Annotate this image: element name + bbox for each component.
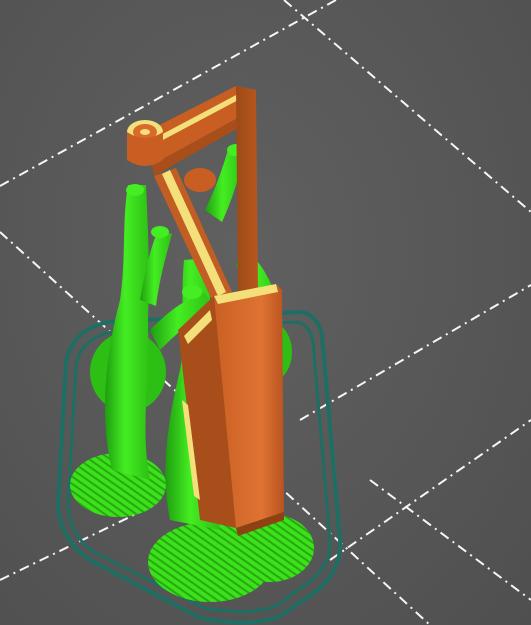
3d-print-preview-viewport[interactable] [0, 0, 531, 625]
grid-line-2 [283, 0, 531, 213]
grid-line-5 [299, 284, 531, 421]
sliced-scene[interactable] [0, 0, 531, 625]
grid-line-8 [369, 479, 531, 601]
grid-line-7 [329, 419, 531, 561]
